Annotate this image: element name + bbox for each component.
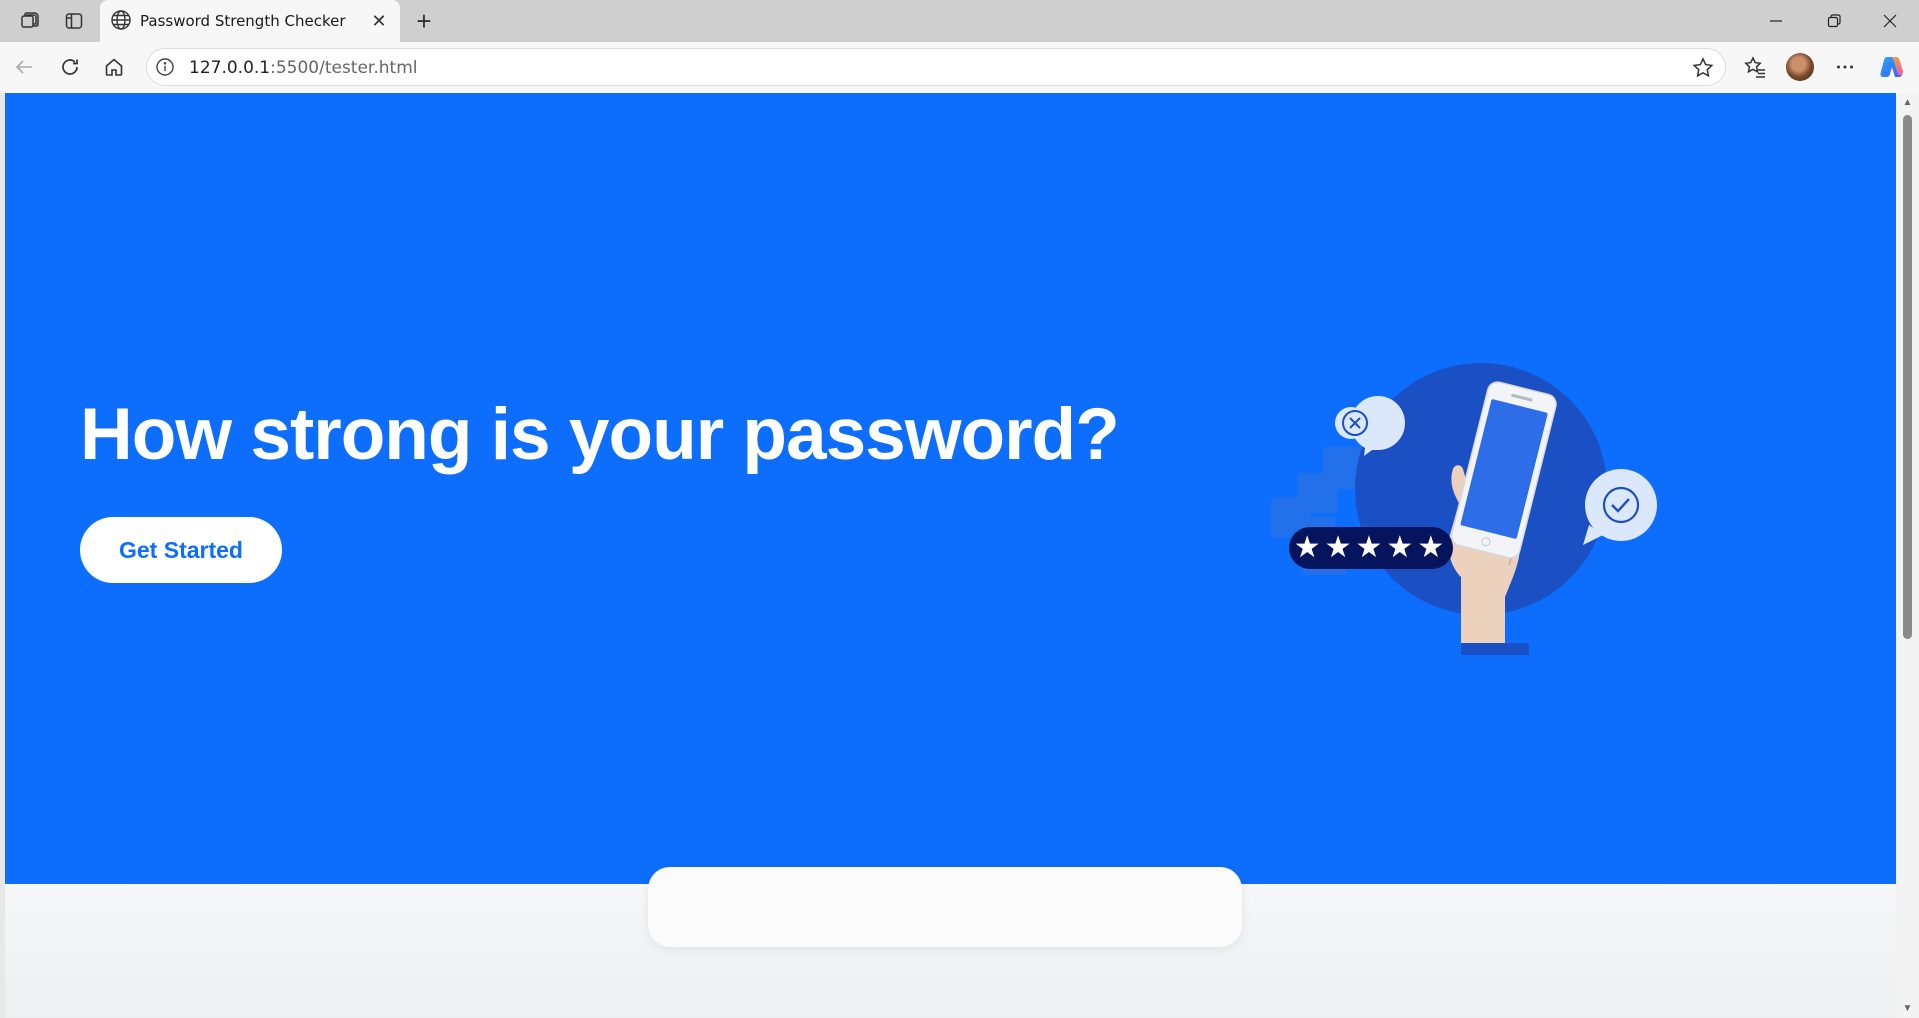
scroll-up-icon[interactable]: ▲ [1902, 97, 1913, 108]
masked-password-text: ★★★★★ [1294, 530, 1448, 565]
star-icon[interactable] [1691, 56, 1715, 80]
more-icon[interactable] [1827, 50, 1863, 84]
workspaces-icon[interactable] [14, 6, 46, 36]
scroll-thumb[interactable] [1903, 115, 1912, 639]
password-phone-illustration: ★★★★★ [1271, 363, 1657, 655]
avatar [1786, 53, 1814, 81]
minimize-icon[interactable] [1748, 0, 1804, 42]
page-scrollbar[interactable]: ▲ ▼ [1896, 93, 1919, 1018]
window-close-icon[interactable] [1862, 0, 1918, 42]
checker-card [648, 867, 1242, 947]
home-icon[interactable] [96, 50, 132, 84]
profile-avatar[interactable] [1782, 50, 1818, 84]
info-icon[interactable] [155, 57, 175, 77]
address-bar[interactable]: 127.0.0.1:5500/tester.html [146, 48, 1726, 86]
tab-title: Password Strength Checker [140, 12, 346, 30]
tab-password-strength-checker[interactable]: Password Strength Checker ✕ [100, 0, 400, 42]
new-tab-button[interactable]: + [408, 6, 440, 36]
favorites-icon[interactable] [1737, 50, 1773, 84]
url-path: :5500/tester.html [270, 58, 418, 78]
scroll-down-icon[interactable]: ▼ [1902, 1003, 1913, 1014]
close-icon[interactable]: ✕ [366, 8, 392, 34]
title-bar: Password Strength Checker ✕ + [0, 0, 1919, 42]
reload-icon[interactable] [52, 50, 88, 84]
toolbar: 127.0.0.1:5500/tester.html [0, 42, 1919, 93]
vertical-tabs-icon[interactable] [58, 6, 90, 36]
globe-icon [110, 9, 132, 31]
hero-section: How strong is your password? Get Started [5, 93, 1896, 884]
get-started-button[interactable]: Get Started [80, 517, 282, 583]
url-host: 127.0.0.1 [189, 58, 271, 78]
hero-headline: How strong is your password? [80, 394, 1120, 475]
restore-icon[interactable] [1806, 0, 1862, 42]
masked-password-pill: ★★★★★ [1289, 527, 1453, 569]
copilot-icon[interactable] [1874, 50, 1910, 84]
url-text[interactable]: 127.0.0.1:5500/tester.html [189, 58, 418, 78]
back-arrow-icon[interactable] [6, 50, 42, 84]
